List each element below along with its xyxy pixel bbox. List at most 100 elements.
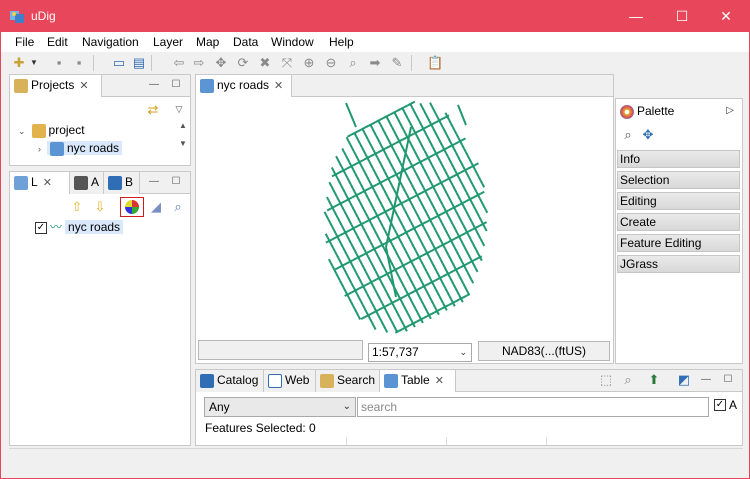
projects-scrollbar[interactable]: ▲ ▼: [177, 121, 189, 163]
menu-file[interactable]: File: [15, 35, 34, 49]
road-segment: [370, 146, 375, 151]
tab-catalog[interactable]: Catalog: [196, 370, 264, 392]
palette-category-info[interactable]: Info: [617, 150, 740, 168]
minimize-icon[interactable]: —: [700, 374, 712, 386]
road-segment: [448, 295, 453, 300]
close-button[interactable]: ✕: [703, 1, 749, 32]
move-up-icon[interactable]: ⇧: [69, 199, 85, 215]
maximize-icon[interactable]: ☐: [170, 176, 182, 188]
zoom-out-icon[interactable]: ⊖: [323, 55, 339, 71]
pan-tool-icon[interactable]: ✥: [640, 127, 656, 143]
road-segment: [447, 196, 452, 201]
map-canvas[interactable]: [196, 97, 613, 338]
zoom-selection-icon[interactable]: ⌕: [620, 372, 636, 388]
palette-category-editing[interactable]: Editing: [617, 192, 740, 210]
close-icon[interactable]: ✕: [274, 80, 283, 92]
tree-item-nyc-roads[interactable]: › nyc roads: [38, 139, 123, 157]
attribute-checkbox[interactable]: ✓: [714, 399, 726, 411]
road-segment: [416, 224, 421, 228]
menu-help[interactable]: Help: [329, 35, 354, 49]
new-dropdown-icon[interactable]: ▼: [29, 55, 39, 71]
menu-map[interactable]: Map: [196, 35, 219, 49]
refresh-map-icon[interactable]: ⟳: [235, 55, 251, 71]
zoom-selection-icon[interactable]: ⌕: [345, 55, 361, 71]
close-icon[interactable]: ✕: [79, 80, 88, 92]
maximize-button[interactable]: ☐: [659, 1, 705, 32]
road-segment: [347, 140, 352, 145]
zoom-extent-icon[interactable]: ⤧: [279, 55, 295, 71]
move-down-icon[interactable]: ⇩: [92, 199, 108, 215]
minimize-button[interactable]: —: [613, 1, 659, 32]
close-icon[interactable]: ✕: [43, 177, 52, 189]
tab-b[interactable]: B: [104, 172, 140, 194]
road-segment: [335, 272, 339, 278]
style-button[interactable]: [120, 197, 144, 217]
forward-icon[interactable]: ⇨: [191, 55, 207, 71]
road-segment: [386, 214, 390, 220]
road-segment: [448, 302, 453, 306]
menu-data[interactable]: Data: [233, 35, 258, 49]
select-icon[interactable]: ⌕: [620, 127, 636, 143]
road-segment: [372, 285, 376, 290]
select-all-icon[interactable]: ⬚: [598, 372, 614, 388]
road-segment: [369, 259, 373, 265]
tree-item-project[interactable]: ⌄ project: [18, 121, 85, 139]
clipboard-icon[interactable]: 📋: [427, 55, 443, 71]
stop-icon[interactable]: ✖: [257, 55, 273, 71]
view-menu-icon[interactable]: ▽: [173, 101, 185, 117]
menu-navigation[interactable]: Navigation: [82, 35, 139, 49]
layers-window-icon[interactable]: ▤: [131, 55, 147, 71]
save-icon[interactable]: ▪: [51, 55, 67, 71]
road-segment: [474, 209, 479, 214]
tab-web[interactable]: Web: [264, 370, 316, 392]
road-segment: [402, 246, 407, 252]
zoom-to-layer-icon[interactable]: ⌕: [170, 199, 186, 215]
menu-window[interactable]: Window: [271, 35, 314, 49]
menu-edit[interactable]: Edit: [47, 35, 68, 49]
arrow-right-icon[interactable]: ➡: [367, 55, 383, 71]
road-segment: [422, 245, 427, 251]
maximize-icon[interactable]: ☐: [722, 374, 734, 386]
tab-layers[interactable]: L ✕: [10, 172, 70, 194]
search-input[interactable]: search: [357, 397, 709, 417]
maximize-icon[interactable]: ☐: [170, 79, 182, 91]
tab-nyc-roads-map[interactable]: nyc roads ✕: [196, 75, 292, 97]
road-segment: [354, 172, 358, 178]
new-icon[interactable]: ✚: [11, 55, 27, 71]
pan-icon[interactable]: ✥: [213, 55, 229, 71]
tab-search[interactable]: Search: [316, 370, 380, 392]
road-segment: [413, 110, 417, 116]
road-segment: [446, 233, 451, 238]
features-selected-label: Features Selected: 0: [205, 421, 316, 435]
palette-category-create[interactable]: Create: [617, 213, 740, 231]
zoom-in-icon[interactable]: ⊕: [301, 55, 317, 71]
road-segment: [405, 272, 410, 277]
layer-visibility-checkbox[interactable]: ✓: [35, 221, 47, 234]
minimize-icon[interactable]: —: [148, 79, 160, 91]
palette-category-selection[interactable]: Selection: [617, 171, 740, 189]
tab-table[interactable]: Table ✕: [380, 370, 456, 392]
attribute-filter-combo[interactable]: Any ⌄: [204, 397, 356, 417]
back-icon[interactable]: ⇦: [171, 55, 187, 71]
triangle-icon[interactable]: ◢: [148, 199, 164, 215]
edit-icon[interactable]: ✎: [389, 55, 405, 71]
road-segment: [335, 254, 340, 260]
layer-item-nyc-roads[interactable]: ✓ 〰 nyc roads: [35, 218, 124, 236]
link-icon[interactable]: ⇄: [145, 102, 161, 118]
road-segment: [433, 285, 437, 290]
scale-combo[interactable]: 1:57,737 ⌄: [368, 343, 472, 362]
crs-button[interactable]: NAD83(...(ftUS): [478, 341, 610, 361]
palette-category-feature-editing[interactable]: Feature Editing: [617, 234, 740, 252]
minimize-icon[interactable]: —: [148, 176, 160, 188]
menu-layer[interactable]: Layer: [153, 35, 183, 49]
close-icon[interactable]: ✕: [435, 375, 444, 387]
tab-projects[interactable]: Projects ✕: [10, 75, 102, 97]
road-segment: [385, 208, 391, 213]
tab-a[interactable]: A: [70, 172, 104, 194]
filter-icon[interactable]: ◩: [676, 372, 692, 388]
promote-icon[interactable]: ⬆: [646, 372, 662, 388]
monitor-icon[interactable]: ▭: [111, 55, 127, 71]
save-all-icon[interactable]: ▪: [71, 55, 87, 71]
palette-category-jgrass[interactable]: JGrass: [617, 255, 740, 273]
palette-expand-icon[interactable]: ▷: [726, 105, 734, 116]
